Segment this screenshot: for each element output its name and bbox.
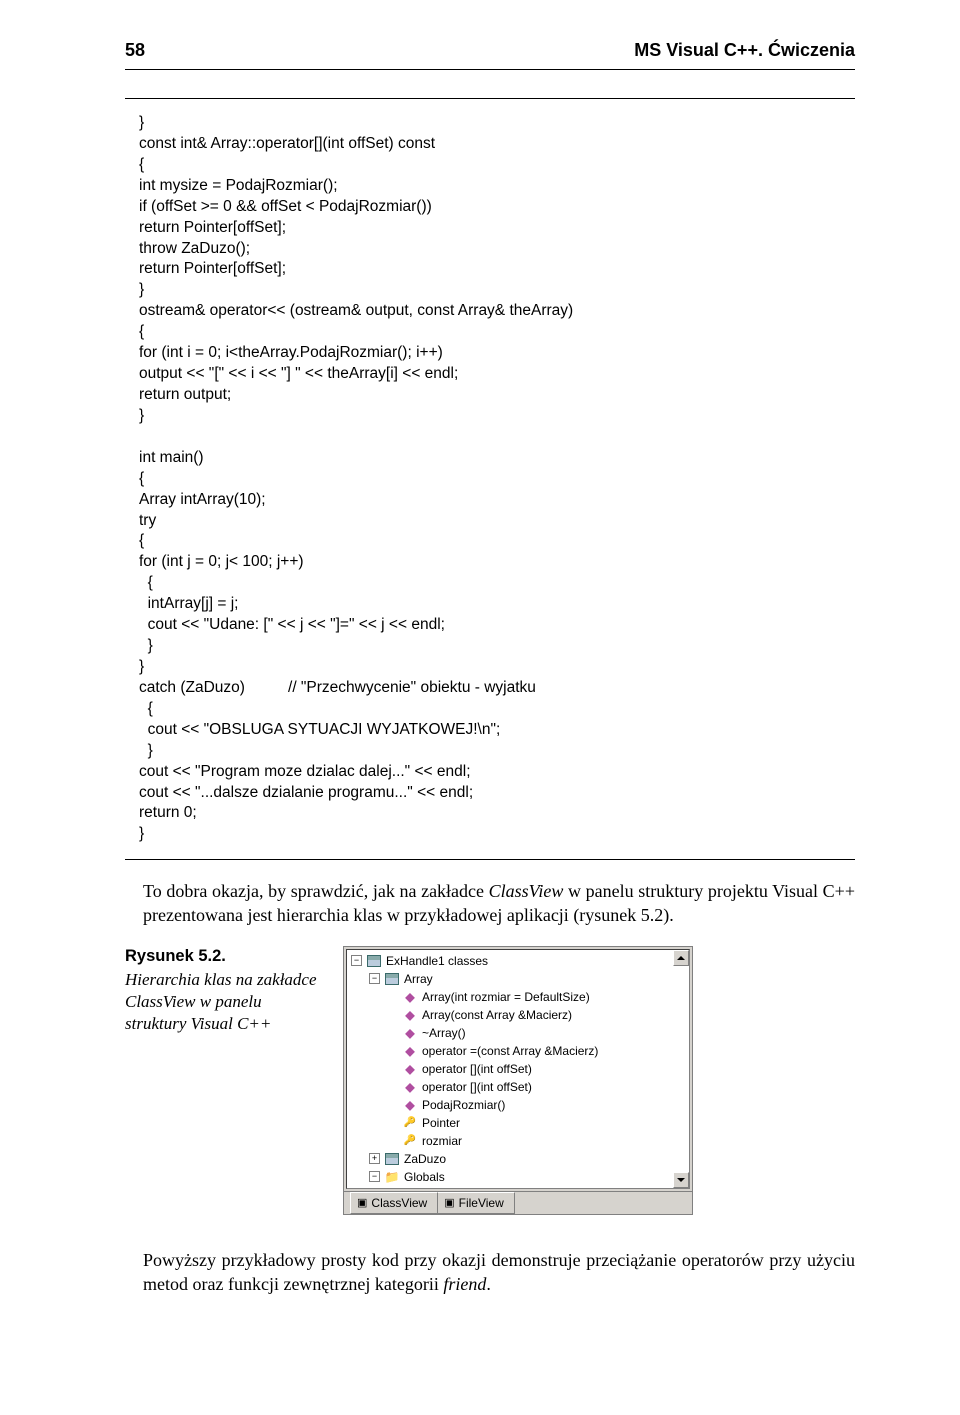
tree-label: PodajRozmiar() (422, 1098, 505, 1112)
tree-row[interactable]: + ZaDuzo (351, 1150, 689, 1168)
tree-label: operator [](int offSet) (422, 1062, 532, 1076)
class-icon (384, 1152, 400, 1166)
tree-row[interactable]: Array(int rozmiar = DefaultSize) (351, 988, 689, 1006)
method-icon (402, 1008, 418, 1022)
method-icon (402, 990, 418, 1004)
chevron-down-icon (677, 1178, 685, 1182)
expand-toggle[interactable]: + (369, 1153, 380, 1164)
tree-row[interactable]: operator [](int offSet) (351, 1060, 689, 1078)
tab-icon: ▣ (357, 1196, 367, 1209)
body-paragraph-2: Powyższy przykładowy prosty kod przy oka… (143, 1249, 855, 1297)
tree-label: Globals (404, 1170, 445, 1184)
body-paragraph-1: To dobra okazja, by sprawdzić, jak na za… (143, 880, 855, 928)
key-icon (402, 1134, 418, 1148)
tree-row[interactable]: − Array (351, 970, 689, 988)
tree-label: ~Array() (422, 1026, 466, 1040)
key-icon (402, 1116, 418, 1130)
tree-label: main() (422, 1188, 456, 1189)
tab-bar: ▣ ClassView ▣ FileView (344, 1191, 692, 1214)
page-header: 58 MS Visual C++. Ćwiczenia (125, 40, 855, 61)
para1-em: ClassView (489, 881, 564, 901)
method-icon (402, 1062, 418, 1076)
expand-toggle[interactable]: − (369, 1171, 380, 1182)
tree-label: operator [](int offSet) (422, 1080, 532, 1094)
tab-fileview[interactable]: ▣ FileView (437, 1192, 515, 1214)
tree-label: Pointer (422, 1116, 460, 1130)
running-title: MS Visual C++. Ćwiczenia (165, 40, 855, 61)
project-icon (366, 954, 382, 968)
tree-label: Array(int rozmiar = DefaultSize) (422, 990, 590, 1004)
para2-text-b: . (486, 1274, 491, 1294)
tab-label: ClassView (371, 1196, 427, 1210)
scroll-down-button[interactable] (673, 1172, 689, 1188)
method-icon (402, 1098, 418, 1112)
header-rule (125, 69, 855, 70)
tree-label: operator =(const Array &Macierz) (422, 1044, 598, 1058)
tree-row[interactable]: ~Array() (351, 1024, 689, 1042)
tab-icon: ▣ (444, 1196, 454, 1209)
folder-icon (384, 1170, 400, 1184)
tree-row[interactable]: Pointer (351, 1114, 689, 1132)
chevron-up-icon (677, 956, 685, 960)
method-icon (402, 1026, 418, 1040)
classview-panel: −ExHandle1 classes−ArrayArray(int rozmia… (343, 946, 693, 1215)
tree-label: ZaDuzo (404, 1152, 446, 1166)
tree-row[interactable]: operator =(const Array &Macierz) (351, 1042, 689, 1060)
tree-label: Array (404, 972, 433, 986)
tree-row[interactable]: rozmiar (351, 1132, 689, 1150)
figure-label: Rysunek 5.2. (125, 946, 325, 967)
expand-toggle[interactable]: − (351, 955, 362, 966)
scroll-up-button[interactable] (673, 950, 689, 966)
tab-label: FileView (459, 1196, 504, 1210)
tab-classview[interactable]: ▣ ClassView (350, 1192, 438, 1214)
figure-caption: Rysunek 5.2. Hierarchia klas na zakładce… (125, 946, 325, 1036)
method-icon (402, 1044, 418, 1058)
tree-row[interactable]: main() (351, 1186, 689, 1189)
para1-text-a: To dobra okazja, by sprawdzić, jak na za… (143, 881, 489, 901)
page-number: 58 (125, 40, 165, 61)
figure-description: Hierarchia klas na zakładce ClassView w … (125, 970, 317, 1033)
method-icon (402, 1080, 418, 1094)
para2-em: friend (443, 1274, 486, 1294)
code-listing: } const int& Array::operator[](int offSe… (125, 98, 855, 860)
tree-row[interactable]: − ExHandle1 classes (351, 952, 689, 970)
tree-label: ExHandle1 classes (386, 954, 488, 968)
tree-row[interactable]: operator [](int offSet) (351, 1078, 689, 1096)
method-icon (402, 1188, 418, 1189)
tree-row[interactable]: − Globals (351, 1168, 689, 1186)
tree-pane[interactable]: −ExHandle1 classes−ArrayArray(int rozmia… (346, 949, 690, 1189)
tree-row[interactable]: PodajRozmiar() (351, 1096, 689, 1114)
tree-label: rozmiar (422, 1134, 462, 1148)
tree-label: Array(const Array &Macierz) (422, 1008, 572, 1022)
expand-toggle[interactable]: − (369, 973, 380, 984)
tree-row[interactable]: Array(const Array &Macierz) (351, 1006, 689, 1024)
para2-text-a: Powyższy przykładowy prosty kod przy oka… (143, 1250, 855, 1294)
class-icon (384, 972, 400, 986)
